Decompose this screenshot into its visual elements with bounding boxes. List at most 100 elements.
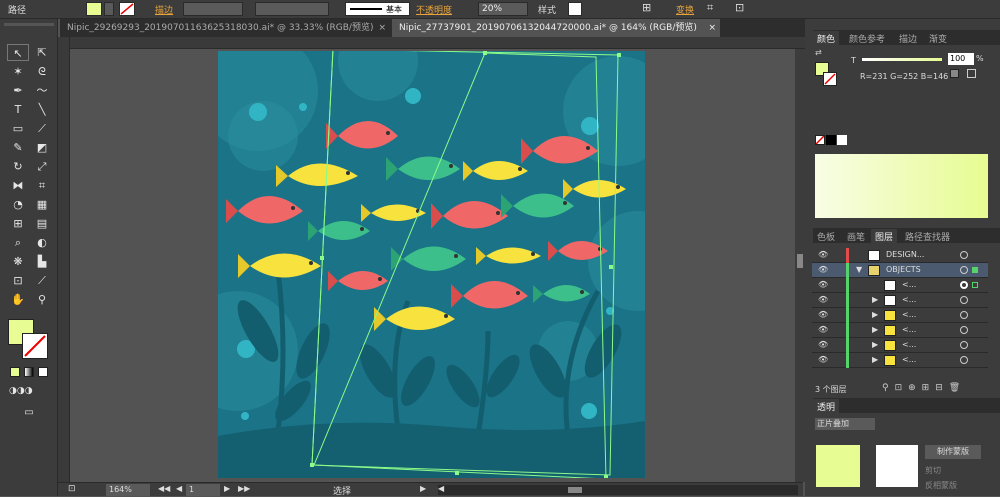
- layer-row[interactable]: 👁 ▼ OBJECTS: [812, 263, 988, 278]
- hand-tool-icon[interactable]: ✋: [7, 291, 29, 308]
- expand-arrow-icon[interactable]: ▶: [872, 310, 878, 319]
- scroll-left-icon[interactable]: ◀: [438, 484, 444, 493]
- expand-arrow-icon[interactable]: ▼: [856, 265, 862, 274]
- gradient-mode-icon[interactable]: [24, 367, 34, 377]
- layer-row[interactable]: 👁 ▶ <...: [812, 353, 988, 368]
- color-spectrum[interactable]: [815, 154, 988, 218]
- default-colors-icon[interactable]: ⇄: [815, 48, 822, 57]
- align-icon[interactable]: ⊞: [642, 1, 651, 14]
- transform-label[interactable]: 变换: [676, 3, 694, 16]
- tab-layers[interactable]: 图层: [871, 229, 898, 244]
- selection-indicator[interactable]: [972, 282, 978, 288]
- slice-tool-icon[interactable]: ⟋: [31, 272, 53, 289]
- isolate-icon[interactable]: ⌗: [707, 1, 713, 15]
- zoom-tool-icon[interactable]: ⚲: [31, 291, 53, 308]
- target-icon[interactable]: [960, 326, 968, 334]
- shape-builder-tool-icon[interactable]: ◔: [7, 196, 29, 213]
- scroll-thumb[interactable]: [797, 254, 803, 268]
- visibility-icon[interactable]: 👁: [818, 250, 828, 259]
- layer-row[interactable]: 👁 ▶ <...: [812, 338, 988, 353]
- brush-dropdown[interactable]: 基本: [345, 2, 410, 16]
- pencil-tool-icon[interactable]: ✎: [7, 139, 29, 156]
- expand-arrow-icon[interactable]: ▶: [872, 295, 878, 304]
- clip-checkbox[interactable]: 剪切: [925, 465, 941, 476]
- white-swatch[interactable]: [837, 135, 847, 145]
- layer-row[interactable]: 👁 DESIGN...: [812, 248, 988, 263]
- last-artboard-icon[interactable]: ▶▶: [238, 484, 250, 493]
- horizontal-scrollbar[interactable]: ◀: [438, 484, 798, 495]
- blend-tool-icon[interactable]: ◐: [31, 234, 53, 251]
- target-icon[interactable]: [960, 296, 968, 304]
- layer-row[interactable]: 👁 ▶ <...: [812, 323, 988, 338]
- close-icon[interactable]: ×: [708, 19, 716, 37]
- tab-pathfinder[interactable]: 路径查找器: [901, 229, 954, 244]
- eyedropper-tool-icon[interactable]: ⌕: [7, 234, 29, 251]
- variable-width-dropdown[interactable]: [255, 2, 329, 16]
- color-mode-icon[interactable]: [10, 367, 20, 377]
- black-swatch[interactable]: [826, 135, 836, 145]
- tab-color-guide[interactable]: 颜色参考: [845, 31, 889, 46]
- target-icon[interactable]: [960, 281, 968, 289]
- symbol-sprayer-tool-icon[interactable]: ❋: [7, 253, 29, 270]
- rectangle-tool-icon[interactable]: ▭: [7, 120, 29, 137]
- artboard-nav-icon[interactable]: ⊡: [68, 484, 76, 494]
- first-artboard-icon[interactable]: ◀◀: [158, 484, 170, 493]
- stroke-weight-input[interactable]: [183, 2, 243, 16]
- screen-mode-icon[interactable]: ▭: [18, 404, 40, 421]
- scale-tool-icon[interactable]: ⤢: [31, 158, 53, 175]
- object-thumbnail[interactable]: [816, 445, 860, 487]
- layer-row[interactable]: 👁 <...: [812, 278, 988, 293]
- blend-mode-dropdown[interactable]: 正片叠加: [815, 418, 875, 430]
- stroke-label[interactable]: 描边: [155, 3, 173, 16]
- panel-stroke-swatch[interactable]: [823, 72, 837, 86]
- fill-dropdown[interactable]: [104, 2, 114, 16]
- status-menu-icon[interactable]: ▶: [420, 484, 426, 493]
- stroke-color-swatch[interactable]: [22, 333, 48, 359]
- gradient-tool-icon[interactable]: ▤: [31, 215, 53, 232]
- next-artboard-icon[interactable]: ▶: [224, 484, 230, 493]
- visibility-icon[interactable]: 👁: [818, 340, 828, 349]
- layer-row[interactable]: 👁 ▶ <...: [812, 293, 988, 308]
- line-tool-icon[interactable]: ╲: [31, 101, 53, 118]
- fill-swatch[interactable]: [86, 2, 102, 16]
- style-swatch[interactable]: [568, 2, 582, 16]
- artboard-illustration[interactable]: [218, 51, 645, 478]
- expand-arrow-icon[interactable]: ▶: [872, 340, 878, 349]
- none-mode-icon[interactable]: [38, 367, 48, 377]
- selection-indicator[interactable]: [972, 267, 978, 273]
- tint-slider[interactable]: [862, 58, 942, 61]
- layer-actions-icons[interactable]: ⚲⊡⊕⊞⊟🗑: [882, 383, 966, 393]
- mesh-tool-icon[interactable]: ⊞: [7, 215, 29, 232]
- artboard-tool-icon[interactable]: ⊡: [7, 272, 29, 289]
- visibility-icon[interactable]: 👁: [818, 295, 828, 304]
- hscroll-thumb[interactable]: [568, 487, 582, 493]
- tab-color[interactable]: 颜色: [813, 31, 840, 46]
- curvature-tool-icon[interactable]: 〜: [31, 82, 53, 99]
- target-icon[interactable]: [960, 266, 968, 274]
- free-transform-tool-icon[interactable]: ⌗: [31, 177, 53, 194]
- mask-thumbnail[interactable]: [876, 445, 918, 487]
- expand-arrow-icon[interactable]: ▶: [872, 325, 878, 334]
- rotate-tool-icon[interactable]: ↻: [7, 158, 29, 175]
- make-mask-button[interactable]: 制作蒙版: [925, 445, 981, 459]
- perspective-grid-tool-icon[interactable]: ▦: [31, 196, 53, 213]
- target-icon[interactable]: [960, 356, 968, 364]
- arrange-icon[interactable]: ⊡: [735, 1, 744, 14]
- visibility-icon[interactable]: 👁: [818, 310, 828, 319]
- stroke-swatch[interactable]: [119, 2, 135, 16]
- selection-tool-icon[interactable]: ↖: [7, 44, 29, 61]
- visibility-icon[interactable]: 👁: [818, 280, 828, 289]
- direct-selection-tool-icon[interactable]: ⇱: [31, 44, 53, 61]
- type-tool-icon[interactable]: T: [7, 101, 29, 118]
- tab-gradient[interactable]: 渐变: [925, 31, 951, 46]
- paintbrush-tool-icon[interactable]: ⟋: [31, 120, 53, 137]
- vertical-scrollbar[interactable]: [795, 49, 805, 482]
- none-swatch[interactable]: [815, 135, 825, 145]
- opacity-label[interactable]: 不透明度: [416, 3, 452, 16]
- tab-transparency[interactable]: 透明: [813, 399, 840, 414]
- layer-row[interactable]: 👁 ▶ <...: [812, 308, 988, 323]
- width-tool-icon[interactable]: ⧓: [7, 177, 29, 194]
- target-icon[interactable]: [960, 341, 968, 349]
- tab-stroke[interactable]: 描边: [895, 31, 921, 46]
- opacity-input[interactable]: 20%: [478, 2, 528, 16]
